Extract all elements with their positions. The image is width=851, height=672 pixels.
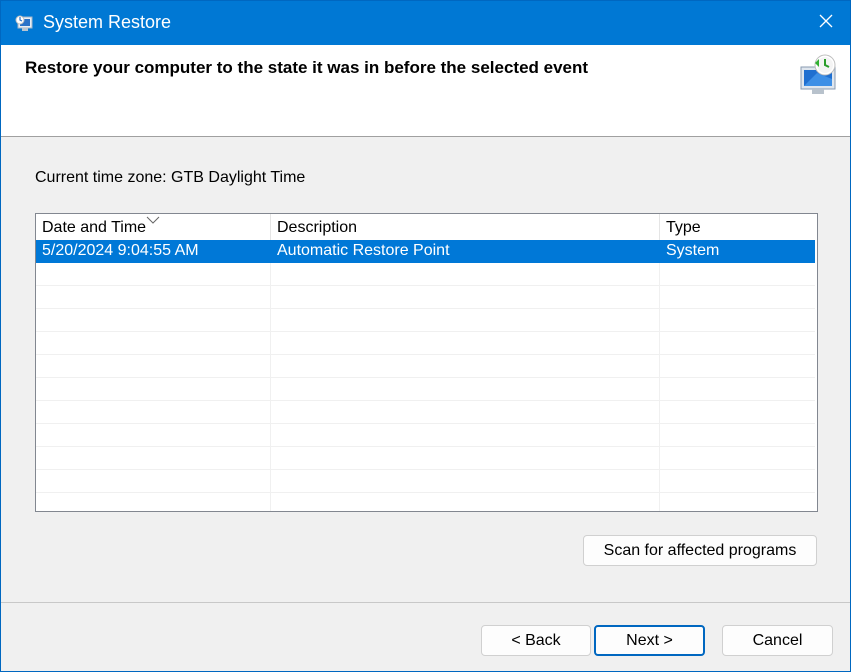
empty-row (36, 355, 815, 378)
cell-description: Automatic Restore Point (277, 242, 450, 259)
list-header: Date and Time Description Type (36, 214, 817, 240)
cell-date: 5/20/2024 9:04:55 AM (42, 242, 199, 259)
table-row[interactable]: 5/20/2024 9:04:55 AM Automatic Restore P… (36, 240, 815, 263)
empty-row (36, 447, 815, 470)
window-title: System Restore (43, 12, 172, 32)
back-button[interactable]: < Back (481, 625, 591, 656)
empty-row (36, 470, 815, 493)
divider (1, 602, 850, 603)
empty-row (36, 424, 815, 447)
system-restore-icon (15, 12, 37, 34)
chevron-down-icon (146, 214, 160, 224)
page-title: Restore your computer to the state it wa… (25, 58, 589, 77)
column-label: Type (666, 219, 701, 236)
column-label: Description (277, 219, 358, 236)
timezone-label: Current time zone: GTB Daylight Time (35, 169, 306, 186)
cell-type: System (666, 242, 720, 259)
system-restore-icon (797, 53, 843, 99)
system-restore-window: System Restore Restore your computer to … (0, 0, 851, 672)
empty-row (36, 309, 815, 332)
column-header-description[interactable]: Description (271, 214, 660, 240)
restore-points-list[interactable]: Date and Time Description Type 5/20/2024… (35, 213, 818, 512)
empty-row (36, 286, 815, 309)
scan-affected-programs-button[interactable]: Scan for affected programs (583, 535, 817, 566)
next-button[interactable]: Next > (594, 625, 705, 656)
empty-row (36, 332, 815, 355)
column-header-date[interactable]: Date and Time (36, 214, 271, 240)
close-icon (818, 13, 834, 34)
title-bar: System Restore (1, 1, 850, 45)
empty-row (36, 401, 815, 424)
column-label: Date and Time (42, 219, 147, 236)
column-header-type[interactable]: Type (660, 214, 815, 240)
cancel-button[interactable]: Cancel (722, 625, 833, 656)
empty-row (36, 263, 815, 286)
wizard-header: Restore your computer to the state it wa… (1, 45, 850, 137)
close-button[interactable] (802, 1, 850, 45)
empty-row (36, 378, 815, 401)
